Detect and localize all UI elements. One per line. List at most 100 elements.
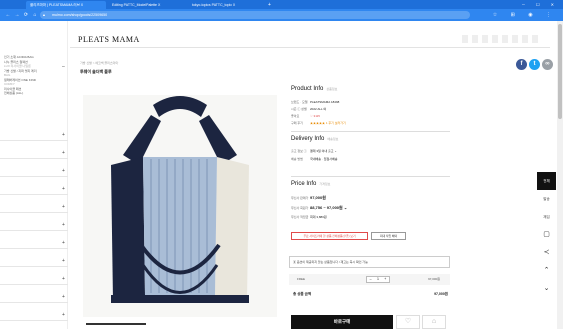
coupon-button[interactable]: 무료 사이즈카에 한 상품 전체상품(쿠폰) 보기 [291, 232, 368, 240]
price-info-section: Price Info 가격정보 [291, 181, 330, 187]
cart-icon[interactable]: ▢ [537, 226, 556, 244]
twitter-share-icon[interactable]: t [529, 59, 540, 70]
sidebar-divider [0, 266, 68, 267]
product-image[interactable] [83, 95, 277, 317]
info-value: 2022 ALL 여 [310, 107, 327, 111]
review-link[interactable]: ★★★★★ 1 후기 보러가기 [310, 121, 346, 125]
price-info-subtitle: 가격정보 [319, 182, 331, 186]
extension-icons[interactable]: ☆ ⊞ ◉ ⋮ [493, 11, 557, 19]
price-label: 무신사 판매가 [291, 196, 309, 200]
expand-icon[interactable]: + [62, 312, 65, 318]
points-value: 최대 3,880원 [310, 215, 327, 219]
delivery-info-section: Delivery Info 배송정보 [291, 136, 338, 142]
product-info-title: Product Info [291, 86, 324, 92]
sidebar-divider [0, 194, 68, 195]
increase-button[interactable]: + [384, 277, 386, 282]
sidebar-divider [0, 248, 68, 249]
delivery-info-subtitle: 배송정보 [327, 137, 339, 141]
floating-menu: 전체 발송 재입 ▢ ≺ ⌃ ⌄ [537, 172, 556, 298]
expand-icon[interactable]: + [62, 132, 65, 138]
sidebar-divider [0, 302, 68, 303]
breadcrumb[interactable]: 가방 신발 > 에코백 플리츠마마 [80, 61, 118, 65]
cart-icon[interactable]: ⌂ [422, 315, 446, 329]
float-menu-item[interactable]: 발송 [537, 190, 556, 208]
address-bar[interactable]: mulmo.com/shop/goods/22509650 [40, 11, 470, 19]
buy-now-button[interactable]: 바로구매 [291, 315, 393, 329]
link-share-icon[interactable]: ∞ [542, 59, 553, 70]
info-label: 브랜드 · 모델 [291, 100, 308, 104]
expand-icon[interactable]: + [62, 150, 65, 156]
collapse-icon[interactable]: – [62, 64, 65, 70]
section-divider [291, 176, 450, 177]
sale-price: 97,000원 [310, 195, 326, 200]
section-divider [291, 131, 450, 132]
price-row: 무신사 적립금 최대 3,880원 [291, 215, 327, 219]
total-price: 97,000원 [434, 292, 448, 296]
price-info-title: Price Info [291, 181, 317, 187]
expand-icon[interactable]: + [62, 294, 65, 300]
quantity-value[interactable]: 1 [377, 277, 379, 282]
reload-button[interactable]: ⟳ [22, 11, 30, 19]
option-name: FREE [297, 277, 306, 281]
benefit-button[interactable]: 최대 적립 혜택 [371, 232, 406, 240]
browser-tab-1[interactable]: 플리츠마마 | PLEATSMAMA 러브 X [26, 1, 106, 9]
info-row: 구매 후기 ★★★★★ 1 후기 보러가기 [291, 121, 346, 125]
delivery-value: 국내배송 · 입점사배송 [310, 157, 338, 161]
sidebar-divider [0, 284, 68, 285]
info-label: 시즌 ⓘ 성별 [291, 107, 307, 111]
scroll-top-icon[interactable]: ⌃ [537, 262, 556, 280]
sidebar-divider [0, 320, 68, 321]
scrollbar-thumb[interactable] [558, 24, 562, 119]
delivery-label: 배송 방법 [291, 157, 303, 161]
tote-bag-illustration [111, 96, 249, 303]
float-menu-item[interactable]: 재입 [537, 208, 556, 226]
info-value[interactable]: PLEATSMAMA 18498 [310, 100, 339, 104]
browser-toolbar: ← → ⟳ ⌂ mulmo.com/shop/goods/22509650 🔒︎… [0, 9, 563, 21]
expand-icon[interactable]: + [62, 168, 65, 174]
thumbnail-strip[interactable] [86, 323, 146, 329]
share-icon[interactable]: ≺ [537, 244, 556, 262]
decrease-button[interactable]: – [370, 277, 372, 282]
lock-icon: 🔒︎ [43, 13, 45, 17]
sidebar-divider [0, 230, 68, 231]
forward-button[interactable]: → [13, 11, 21, 19]
price-label: 무신사 회원가 [291, 206, 309, 210]
site-logo[interactable]: PLEATS MAMA [78, 35, 140, 44]
delivery-value[interactable]: 결제 3일 이내 출고 ⌄ [310, 149, 337, 153]
price-row: 무신사 회원가 88,756 ~ 97,000원 ⌄ [291, 205, 347, 211]
back-button[interactable]: ← [4, 11, 12, 19]
info-row: 브랜드 · 모델 PLEATSMAMA 18498 [291, 100, 339, 104]
scroll-down-icon[interactable]: ⌄ [537, 280, 556, 298]
delivery-label: 출고 정보 ⓘ [291, 149, 307, 153]
delivery-info-title: Delivery Info [291, 136, 325, 142]
expand-icon[interactable]: + [62, 204, 65, 210]
expand-icon[interactable]: + [62, 276, 65, 282]
info-label: 구매 후기 [291, 121, 303, 125]
float-menu-item[interactable]: 전체 [537, 172, 556, 190]
browser-tab-bar: 플리츠마마 | PLEATSMAMA 러브 X Editing PATTC_Mo… [0, 0, 563, 9]
category-item[interactable]: 전체상품 (ALL) [4, 91, 67, 96]
info-row: 시즌 ⓘ 성별 2022 ALL 여 [291, 107, 326, 111]
browser-tab-2[interactable]: Editing PATTC_ModelPalette X [108, 1, 186, 9]
line-price: 97,000원 [428, 277, 440, 281]
info-label: 좋아요 [291, 114, 300, 118]
quantity-stepper[interactable]: –1 + [366, 276, 390, 283]
window-controls[interactable]: ─ ☐ ✕ [522, 1, 559, 9]
option-select[interactable]: ▣ 옵션이 제공되지 않는 상품입니다 / 재고는 즉시 확인 가능 [289, 256, 450, 268]
sidebar-divider [0, 158, 68, 159]
home-button[interactable]: ⌂ [31, 11, 39, 19]
like-button[interactable]: ♡ 3115 [310, 114, 320, 118]
delivery-row: 배송 방법 국내배송 · 입점사배송 [291, 157, 338, 161]
sidebar-divider [0, 212, 68, 213]
facebook-share-icon[interactable]: f [516, 59, 527, 70]
expand-icon[interactable]: + [62, 258, 65, 264]
expand-icon[interactable]: + [62, 222, 65, 228]
expand-icon[interactable]: + [62, 240, 65, 246]
browser-tab-3[interactable]: tokyo-topics PATTC_topic X [188, 1, 266, 9]
wishlist-heart-icon[interactable]: ♡ [396, 315, 420, 329]
member-price[interactable]: 88,756 ~ 97,000원 ⌄ [310, 205, 347, 210]
header-banner [462, 35, 542, 43]
expand-icon[interactable]: + [62, 186, 65, 192]
price-row: 무신사 판매가 97,000원 [291, 195, 326, 201]
new-tab-button[interactable]: + [268, 1, 271, 9]
